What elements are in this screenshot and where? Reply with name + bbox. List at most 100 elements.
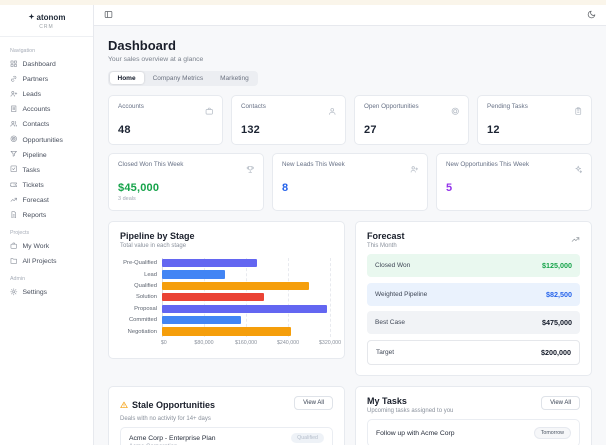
dashboard-tabs: Home Company Metrics Marketing (108, 70, 259, 86)
sidebar-section-navigation: Navigation (10, 48, 36, 54)
trophy-icon (246, 161, 255, 179)
pipeline-bar-chart: Pre-Qualified Lead Qualified Solution Pr… (120, 257, 342, 349)
bar-solution[interactable] (162, 293, 265, 302)
stat-card-closed-won-week: Closed Won This Week $45,000 3 deals (108, 152, 264, 211)
tab-marketing[interactable]: Marketing (212, 72, 257, 84)
bar-committed[interactable] (162, 316, 241, 325)
sidebar-section-projects: Projects (10, 230, 30, 237)
page-title: Dashboard (108, 38, 176, 53)
brand-name: atonom (36, 13, 66, 22)
chart-title: Pipeline by Stage (120, 230, 195, 241)
check-square-icon (10, 165, 18, 175)
user-plus-icon (10, 90, 18, 100)
bar-pre-qualified[interactable] (162, 259, 257, 268)
sidebar-item-accounts[interactable]: Accounts (0, 102, 93, 117)
sidebar-section-admin: Admin (10, 276, 26, 283)
sidebar-toggle-button[interactable] (104, 6, 113, 24)
forecast-title: Forecast (367, 230, 405, 241)
tab-company-metrics[interactable]: Company Metrics (145, 72, 212, 84)
bar-qualified[interactable] (162, 281, 309, 291)
users-icon (10, 120, 18, 130)
sidebar-item-leads[interactable]: Leads (0, 87, 93, 102)
trending-up-icon (10, 196, 18, 206)
stale-view-all-button[interactable]: View All (294, 395, 333, 410)
forecast-row-target: Target $200,000 (367, 339, 580, 365)
stat-value: 27 (364, 123, 377, 136)
user-icon (328, 103, 337, 121)
stat-card-new-leads-week: New Leads This Week 8 (272, 152, 428, 211)
stat-value: 5 (446, 181, 453, 194)
tasks-title: My Tasks (367, 395, 407, 406)
brand-spark-icon (28, 13, 35, 22)
user-plus-icon (410, 161, 419, 179)
gear-icon (10, 288, 18, 298)
folder-icon (10, 257, 18, 267)
sidebar-item-all-projects[interactable]: All Projects (0, 254, 93, 269)
stale-item[interactable]: Acme Corp - Enterprise PlanAcme Corporat… (120, 427, 333, 445)
stat-card-contacts: Contacts 132 (231, 94, 346, 145)
stale-title: Stale Opportunities (132, 399, 216, 410)
theme-toggle-button[interactable] (587, 6, 596, 24)
dashboard-grid-icon (10, 60, 18, 70)
stat-value: $45,000 (118, 181, 160, 194)
my-tasks-panel: My Tasks Upcoming tasks assigned to you … (355, 385, 592, 445)
sidebar-item-dashboard[interactable]: Dashboard (0, 57, 93, 72)
brand-product: CRM (39, 24, 54, 30)
ticket-icon (9, 181, 18, 191)
stat-value: 48 (118, 123, 131, 136)
file-text-icon (10, 211, 18, 221)
forecast-row-weighted-pipeline: Weighted Pipeline $82,500 (367, 282, 580, 306)
chart-subtitle: Total value in each stage (120, 242, 187, 249)
sidebar-item-forecast[interactable]: Forecast (0, 193, 93, 208)
sidebar-item-tickets[interactable]: Tickets (0, 178, 93, 193)
tasks-subtitle: Upcoming tasks assigned to you (367, 407, 454, 414)
stat-value: 8 (282, 181, 289, 194)
sidebar-item-settings[interactable]: Settings (0, 285, 93, 300)
forecast-row-closed-won: Closed Won $125,000 (367, 254, 580, 277)
sidebar-item-reports[interactable]: Reports (0, 208, 93, 223)
target-icon (10, 135, 18, 145)
stat-card-open-opportunities: Open Opportunities 27 (354, 94, 469, 145)
sparkles-icon (574, 161, 583, 179)
briefcase-icon (205, 103, 214, 121)
building-icon (10, 105, 18, 115)
stat-card-new-opportunities-week: New Opportunities This Week 5 (436, 152, 592, 211)
app-window: atonom CRM Navigation Dashboard Partners… (0, 0, 606, 445)
partners-link-icon (10, 75, 18, 85)
task-item[interactable]: Follow up with Acme Corp Tomorrow (367, 419, 580, 445)
chart-x-axis: $0 $80,000 $160,000 $240,000 $320,000 (160, 340, 342, 347)
tasks-view-all-button[interactable]: View All (541, 395, 580, 410)
sidebar-item-opportunities[interactable]: Opportunities (0, 132, 93, 147)
stat-subtext: 3 deals (118, 195, 136, 202)
bar-negotiation[interactable] (162, 327, 291, 336)
stat-card-pending-tasks: Pending Tasks 12 (477, 94, 592, 145)
trending-up-icon (571, 231, 580, 249)
clipboard-icon (574, 103, 583, 121)
forecast-subtitle: This Month (367, 242, 397, 249)
brand-logo: atonom CRM (0, 5, 93, 37)
stat-card-accounts: Accounts 48 (108, 94, 223, 145)
sidebar-item-my-work[interactable]: My Work (0, 239, 93, 254)
pipeline-by-stage-panel: Pipeline by Stage Total value in each st… (108, 220, 345, 360)
stale-opportunities-panel: Stale Opportunities Deals with no activi… (108, 385, 345, 445)
stat-value: 132 (241, 123, 260, 136)
briefcase-icon (10, 242, 18, 252)
sidebar-item-tasks[interactable]: Tasks (0, 163, 93, 178)
stale-subtitle: Deals with no activity for 14+ days (120, 415, 211, 422)
sidebar-item-contacts[interactable]: Contacts (0, 117, 93, 132)
sidebar-item-partners[interactable]: Partners (0, 72, 93, 87)
sidebar: atonom CRM Navigation Dashboard Partners… (0, 5, 94, 445)
stage-badge: Qualified (291, 433, 324, 443)
due-badge: Tomorrow (533, 427, 571, 439)
tab-home[interactable]: Home (109, 72, 144, 84)
warning-triangle-icon (120, 396, 128, 414)
bar-lead[interactable] (162, 270, 225, 279)
top-toolbar (94, 5, 606, 26)
stat-value: 12 (487, 123, 500, 136)
page-subtitle: Your sales overview at a glance (108, 55, 204, 63)
target-icon (451, 103, 460, 121)
forecast-panel: Forecast This Month Closed Won $125,000 W… (355, 220, 592, 376)
sidebar-item-pipeline[interactable]: Pipeline (0, 148, 93, 163)
funnel-icon (10, 150, 18, 160)
bar-proposal[interactable] (162, 304, 328, 313)
